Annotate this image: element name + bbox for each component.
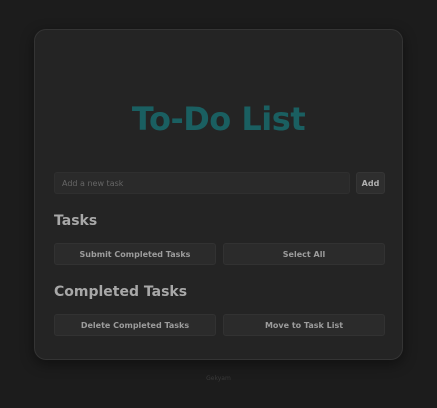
page-title: To-Do List [131,100,306,138]
move-to-task-list-button[interactable]: Move to Task List [223,314,385,336]
add-task-button[interactable]: Add [356,172,385,194]
submit-completed-tasks-button[interactable]: Submit Completed Tasks [54,243,216,265]
tasks-heading: Tasks [54,213,98,229]
completed-tasks-heading: Completed Tasks [54,284,188,300]
new-task-row: Add [54,172,385,194]
footer-credit: Gekyam [206,375,231,382]
delete-completed-tasks-button[interactable]: Delete Completed Tasks [54,314,216,336]
select-all-button[interactable]: Select All [223,243,385,265]
new-task-input[interactable] [54,172,350,194]
todo-card: To-Do List Add Tasks Submit Completed Ta… [34,29,403,360]
